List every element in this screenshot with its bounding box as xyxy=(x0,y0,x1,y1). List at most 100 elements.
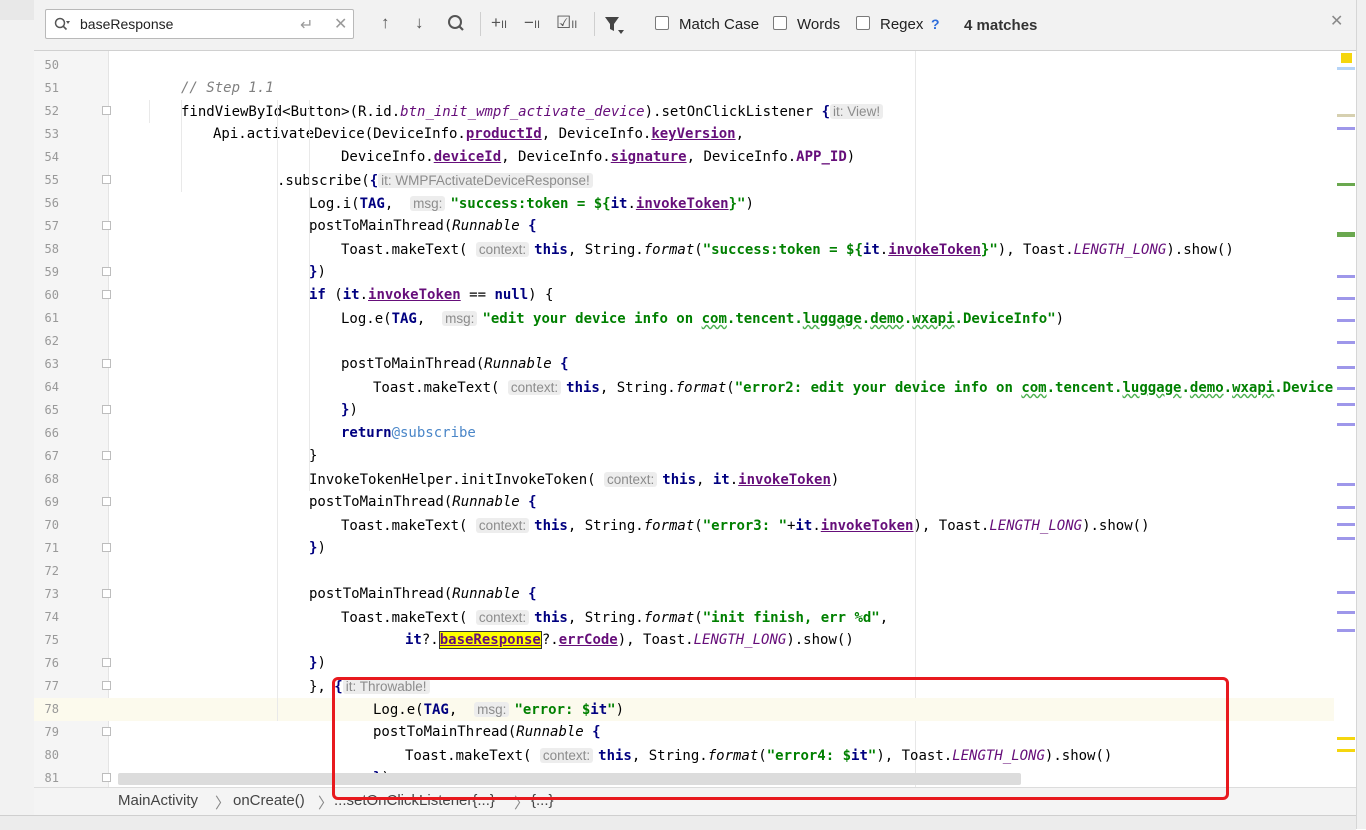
line-number[interactable]: 60 xyxy=(34,284,59,307)
code-line[interactable]: 52 findViewById<Button>(R.id.btn_init_wmp… xyxy=(34,100,1334,123)
code-text[interactable]: findViewById<Button>(R.id.btn_init_wmpf_… xyxy=(181,100,888,124)
code-line[interactable]: 56 Log.i(TAG, msg: "success:token = ${it.i… xyxy=(34,192,1334,215)
code-text[interactable]: Toast.makeText( context: this, String.for… xyxy=(373,376,1334,400)
fold-marker-icon[interactable] xyxy=(102,359,111,368)
regex-checkbox[interactable] xyxy=(856,16,870,30)
stripe-mark[interactable] xyxy=(1337,749,1355,752)
remove-selection-icon[interactable]: −II xyxy=(524,13,540,35)
line-number[interactable]: 70 xyxy=(34,514,59,537)
fold-marker-icon[interactable] xyxy=(102,543,111,552)
fold-marker-icon[interactable] xyxy=(102,681,111,690)
code-line[interactable]: 69 postToMainThread(Runnable { xyxy=(34,491,1334,514)
line-number[interactable]: 71 xyxy=(34,537,59,560)
line-number[interactable]: 75 xyxy=(34,629,59,652)
line-number[interactable]: 77 xyxy=(34,675,59,698)
code-line[interactable]: 63 postToMainThread(Runnable { xyxy=(34,353,1334,376)
stripe-mark[interactable] xyxy=(1337,387,1355,390)
code-text[interactable]: Api.activateDevice(DeviceInfo.productId,… xyxy=(213,123,744,146)
stripe-mark[interactable] xyxy=(1337,183,1355,186)
error-stripe[interactable] xyxy=(1334,51,1356,787)
code-text[interactable]: postToMainThread(Runnable { xyxy=(309,583,537,606)
code-line[interactable]: 79 postToMainThread(Runnable { xyxy=(34,721,1334,744)
regex-label[interactable]: Regex xyxy=(880,16,923,33)
fold-marker-icon[interactable] xyxy=(102,221,111,230)
code-text[interactable]: postToMainThread(Runnable { xyxy=(309,215,537,238)
search-icon[interactable] xyxy=(54,17,70,31)
code-text[interactable]: Toast.makeText( context: this, String.for… xyxy=(341,606,888,630)
stripe-mark[interactable] xyxy=(1337,341,1355,344)
next-occurrence-icon[interactable]: ↓ xyxy=(415,13,424,33)
line-number[interactable]: 50 xyxy=(34,54,59,77)
code-line[interactable]: 75 it?.baseResponse?.errCode), Toast.LENG… xyxy=(34,629,1334,652)
code-text[interactable]: }, {it: Throwable! xyxy=(309,675,435,699)
stripe-mark[interactable] xyxy=(1337,403,1355,406)
line-number[interactable]: 76 xyxy=(34,652,59,675)
stripe-mark[interactable] xyxy=(1337,423,1355,426)
code-text[interactable]: }) xyxy=(309,652,326,675)
line-number[interactable]: 54 xyxy=(34,146,59,169)
code-text[interactable]: }) xyxy=(341,399,358,422)
code-text[interactable]: postToMainThread(Runnable { xyxy=(309,491,537,514)
code-line[interactable]: 55 .subscribe({it: WMPFActivateDeviceResp… xyxy=(34,169,1334,192)
code-line[interactable]: 57 postToMainThread(Runnable { xyxy=(34,215,1334,238)
line-number[interactable]: 62 xyxy=(34,330,59,353)
code-text[interactable]: }) xyxy=(309,537,326,560)
line-number[interactable]: 61 xyxy=(34,307,59,330)
close-find-icon[interactable]: ✕ xyxy=(1330,11,1343,31)
fold-marker-icon[interactable] xyxy=(102,106,111,115)
horizontal-scrollbar[interactable] xyxy=(118,773,1021,785)
code-text[interactable]: it?.baseResponse?.errCode), Toast.LENGTH… xyxy=(405,629,854,652)
stripe-mark[interactable] xyxy=(1337,591,1355,594)
code-text[interactable]: return@subscribe xyxy=(341,422,476,445)
line-number[interactable]: 52 xyxy=(34,100,59,123)
code-line[interactable]: 59}) xyxy=(34,261,1334,284)
code-text[interactable]: Log.e(TAG, msg: "error: $it") xyxy=(373,698,624,722)
match-case-checkbox[interactable] xyxy=(655,16,669,30)
line-number[interactable]: 58 xyxy=(34,238,59,261)
code-line[interactable]: 66 return@subscribe xyxy=(34,422,1334,445)
code-line[interactable]: 60 if (it.invokeToken == null) { xyxy=(34,284,1334,307)
line-number[interactable]: 65 xyxy=(34,399,59,422)
code-text[interactable]: // Step 1.1 xyxy=(181,77,274,100)
fold-marker-icon[interactable] xyxy=(102,175,111,184)
code-line[interactable]: 58 Toast.makeText( context: this, String.f… xyxy=(34,238,1334,261)
code-text[interactable]: Toast.makeText( context: this, String.for… xyxy=(405,744,1112,768)
stripe-mark[interactable] xyxy=(1337,127,1355,130)
code-text[interactable]: if (it.invokeToken == null) { xyxy=(309,284,553,307)
line-number[interactable]: 67 xyxy=(34,445,59,468)
select-all-occurrences-icon[interactable]: ☑II xyxy=(556,13,577,35)
regex-help-link[interactable]: ? xyxy=(931,16,940,32)
fold-marker-icon[interactable] xyxy=(102,451,111,460)
code-line[interactable]: 67} xyxy=(34,445,1334,468)
stripe-mark[interactable] xyxy=(1337,232,1355,237)
code-text[interactable]: Toast.makeText( context: this, String.for… xyxy=(341,514,1150,538)
code-text[interactable]: Log.e(TAG, msg: "edit your device info on… xyxy=(341,307,1064,331)
code-line[interactable]: 62 xyxy=(34,330,1334,353)
code-line[interactable]: 50 xyxy=(34,54,1334,77)
code-line[interactable]: 76}) xyxy=(34,652,1334,675)
add-selection-icon[interactable]: +II xyxy=(491,13,507,35)
code-text[interactable]: } xyxy=(309,445,317,468)
line-number[interactable]: 59 xyxy=(34,261,59,284)
code-text[interactable]: DeviceInfo.deviceId, DeviceInfo.signatur… xyxy=(341,146,855,169)
code-editor[interactable]: 50 51 // Step 1.1 52 findViewById<Button>(R.… xyxy=(34,51,1334,787)
breadcrumb-item[interactable]: onCreate() xyxy=(233,792,305,809)
code-text[interactable]: InvokeTokenHelper.initInvokeToken( conte… xyxy=(309,468,839,492)
breadcrumb-item[interactable]: MainActivity xyxy=(118,792,198,809)
search-input[interactable] xyxy=(80,13,280,35)
code-line[interactable]: 61 Log.e(TAG, msg: "edit your device info … xyxy=(34,307,1334,330)
find-all-icon[interactable] xyxy=(446,14,466,34)
code-line[interactable]: 68 InvokeTokenHelper.initInvokeToken( con… xyxy=(34,468,1334,491)
code-line[interactable]: 64 Toast.makeText( context: this, String.f… xyxy=(34,376,1334,399)
words-checkbox[interactable] xyxy=(773,16,787,30)
code-text[interactable]: Toast.makeText( context: this, String.for… xyxy=(341,238,1234,262)
line-number[interactable]: 73 xyxy=(34,583,59,606)
line-number[interactable]: 72 xyxy=(34,560,59,583)
code-line[interactable]: 77 }, {it: Throwable! xyxy=(34,675,1334,698)
fold-marker-icon[interactable] xyxy=(102,658,111,667)
fold-marker-icon[interactable] xyxy=(102,405,111,414)
words-label[interactable]: Words xyxy=(797,16,840,33)
stripe-mark[interactable] xyxy=(1337,319,1355,322)
code-line[interactable]: 73 postToMainThread(Runnable { xyxy=(34,583,1334,606)
line-number[interactable]: 69 xyxy=(34,491,59,514)
